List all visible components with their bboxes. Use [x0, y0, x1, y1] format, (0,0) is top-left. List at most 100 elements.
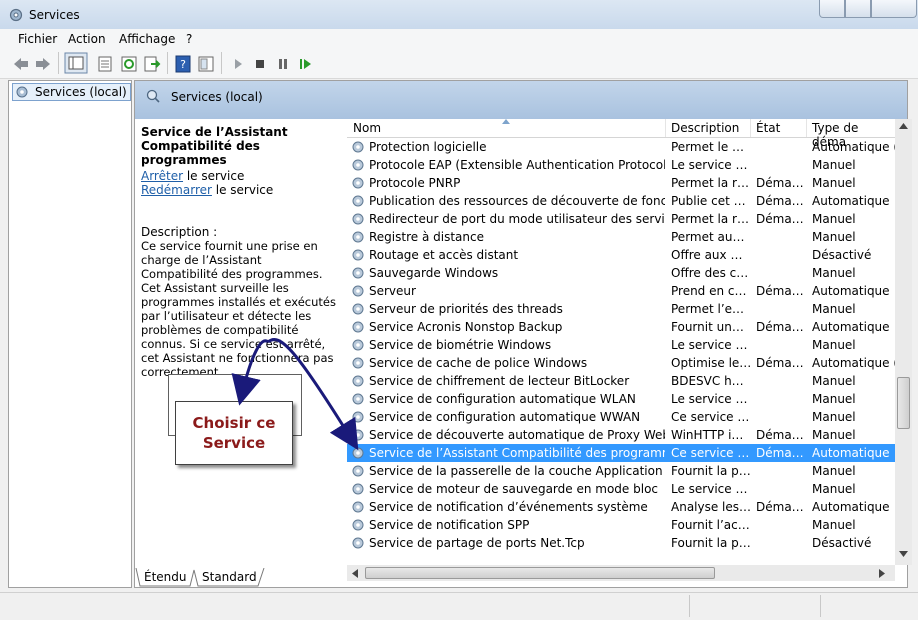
cell-description: Le service …: [671, 392, 748, 406]
service-gear-icon: [352, 177, 364, 189]
table-row[interactable]: Service de notification SPP Fournit l’ac……: [347, 516, 895, 534]
menu-help[interactable]: ?: [186, 32, 192, 46]
service-gear-icon: [352, 483, 364, 495]
table-row[interactable]: Service Acronis Nonstop Backup Fournit un…: [347, 318, 895, 336]
cell-startup-type: Manuel: [812, 176, 856, 190]
restart-service-link[interactable]: Redémarrer: [141, 183, 212, 197]
console-tree-icon[interactable]: [64, 52, 88, 74]
horizontal-scrollbar[interactable]: [347, 565, 895, 581]
minimize-button[interactable]: [819, 0, 845, 18]
tab-standard[interactable]: Standard: [202, 570, 257, 584]
maximize-button[interactable]: [845, 0, 871, 18]
table-row[interactable]: Service de cache de police Windows Optimi…: [347, 354, 896, 372]
column-header-state[interactable]: État: [756, 121, 780, 135]
table-row[interactable]: Routage et accès distant Offre aux … Désac…: [347, 246, 895, 264]
vertical-scrollbar[interactable]: [895, 119, 912, 565]
refresh-icon[interactable]: [120, 55, 138, 73]
table-row[interactable]: Protocole EAP (Extensible Authentication…: [347, 156, 895, 174]
selected-service-title: Service de l’Assistant Compatibilité des…: [141, 125, 288, 167]
cell-startup-type: Manuel: [812, 338, 856, 352]
cell-name: Service de notification SPP: [369, 518, 530, 532]
cell-startup-type: Manuel: [812, 302, 856, 316]
cell-description: Permet au…: [671, 230, 745, 244]
menu-fichier[interactable]: Fichier: [18, 32, 57, 46]
status-separator: [689, 595, 690, 617]
table-row[interactable]: Service de configuration automatique WLA…: [347, 390, 895, 408]
scroll-up-icon[interactable]: [899, 123, 908, 129]
stop-service-link[interactable]: Arrêter: [141, 169, 183, 183]
close-button[interactable]: [871, 0, 917, 18]
table-row-selected[interactable]: Service de l’Assistant Compatibilité des…: [347, 444, 895, 462]
list-header: Nom Description État Type de déma: [347, 119, 895, 149]
column-header-description[interactable]: Description: [671, 121, 739, 135]
table-row[interactable]: Sauvegarde Windows Offre des c… Manuel: [347, 264, 895, 282]
table-row[interactable]: Service de chiffrement de lecteur BitLoc…: [347, 372, 895, 390]
scroll-right-icon[interactable]: [879, 569, 885, 578]
table-row[interactable]: Service de configuration automatique WWA…: [347, 408, 895, 426]
description-label: Description :: [141, 225, 218, 239]
restart-service-icon[interactable]: [297, 55, 315, 73]
services-pane: Services (local) Service de l’Assistant …: [134, 80, 912, 588]
table-row[interactable]: Service de biométrie Windows Le service ……: [347, 336, 895, 354]
service-gear-icon: [352, 231, 364, 243]
table-row[interactable]: Service de moteur de sauvegarde en mode …: [347, 480, 895, 498]
sort-ascending-icon: [502, 119, 510, 124]
cell-state: Déma…: [756, 320, 804, 334]
table-row[interactable]: Redirecteur de port du mode utilisateur …: [347, 210, 895, 228]
cell-name: Service de moteur de sauvegarde en mode …: [369, 482, 659, 496]
table-row[interactable]: Registre à distance Permet au… Manuel: [347, 228, 895, 246]
cell-startup-type: Désactivé: [812, 536, 872, 550]
scroll-left-icon[interactable]: [352, 569, 358, 578]
horizontal-scroll-thumb[interactable]: [365, 567, 715, 579]
table-row[interactable]: Service de notification d’événements sys…: [347, 498, 895, 516]
table-row[interactable]: Publication des ressources de découverte…: [347, 192, 895, 210]
pane-header-title: Services (local): [171, 90, 263, 104]
cell-description: Le service …: [671, 482, 748, 496]
cell-name: Service de chiffrement de lecteur BitLoc…: [369, 374, 630, 388]
cell-description: Ce service …: [671, 446, 750, 460]
table-row[interactable]: Serveur de priorités des threads Permet l…: [347, 300, 895, 318]
cell-startup-type: Automatique: [812, 500, 890, 514]
service-gear-icon: [352, 357, 364, 369]
menu-affichage[interactable]: Affichage: [119, 32, 175, 46]
forward-arrow-icon[interactable]: [34, 55, 52, 73]
cell-state: Déma…: [756, 284, 804, 298]
table-row[interactable]: Protection logicielle Permet le … Automati…: [347, 138, 896, 156]
help-icon[interactable]: ?: [174, 55, 192, 73]
cell-name: Protection logicielle: [369, 140, 487, 154]
cell-state: Déma…: [756, 500, 804, 514]
properties-icon[interactable]: [96, 55, 114, 73]
cell-startup-type: Manuel: [812, 410, 856, 424]
tab-etendu[interactable]: Étendu: [144, 570, 187, 584]
cell-name: Service de notification d’événements sys…: [369, 500, 648, 514]
svg-text:?: ?: [180, 58, 186, 71]
column-header-name[interactable]: Nom: [353, 121, 381, 135]
table-row[interactable]: Serveur Prend en c… Déma… Automatique: [347, 282, 895, 300]
export-list-icon[interactable]: [143, 55, 161, 73]
vertical-scroll-thumb[interactable]: [897, 377, 910, 429]
cell-state: Déma…: [756, 176, 804, 190]
cell-name: Serveur de priorités des threads: [369, 302, 563, 316]
cell-description: Permet la r…: [671, 212, 749, 226]
column-separator: [750, 119, 751, 137]
cell-startup-type: Manuel: [812, 266, 856, 280]
start-service-icon[interactable]: [229, 55, 247, 73]
service-gear-icon: [352, 393, 364, 405]
tree-item-services-local[interactable]: Services (local): [12, 83, 131, 101]
cell-name: Protocole PNRP: [369, 176, 461, 190]
show-hide-action-pane-icon[interactable]: [197, 55, 215, 73]
stop-service-icon[interactable]: [251, 55, 269, 73]
table-row[interactable]: Service de la passerelle de la couche Ap…: [347, 462, 895, 480]
cell-startup-type: Manuel: [812, 374, 856, 388]
menu-action[interactable]: Action: [68, 32, 106, 46]
back-arrow-icon[interactable]: [12, 55, 30, 73]
table-row[interactable]: Protocole PNRP Permet la r… Déma… Manuel: [347, 174, 895, 192]
service-gear-icon: [352, 249, 364, 261]
cell-startup-type: Manuel: [812, 482, 856, 496]
scroll-down-icon[interactable]: [899, 551, 908, 557]
pause-service-icon[interactable]: [274, 55, 292, 73]
table-row[interactable]: Service de découverte automatique de Pro…: [347, 426, 895, 444]
cell-description: Permet la r…: [671, 176, 749, 190]
table-row[interactable]: Service de partage de ports Net.Tcp Fourn…: [347, 534, 895, 552]
service-gear-icon: [352, 339, 364, 351]
